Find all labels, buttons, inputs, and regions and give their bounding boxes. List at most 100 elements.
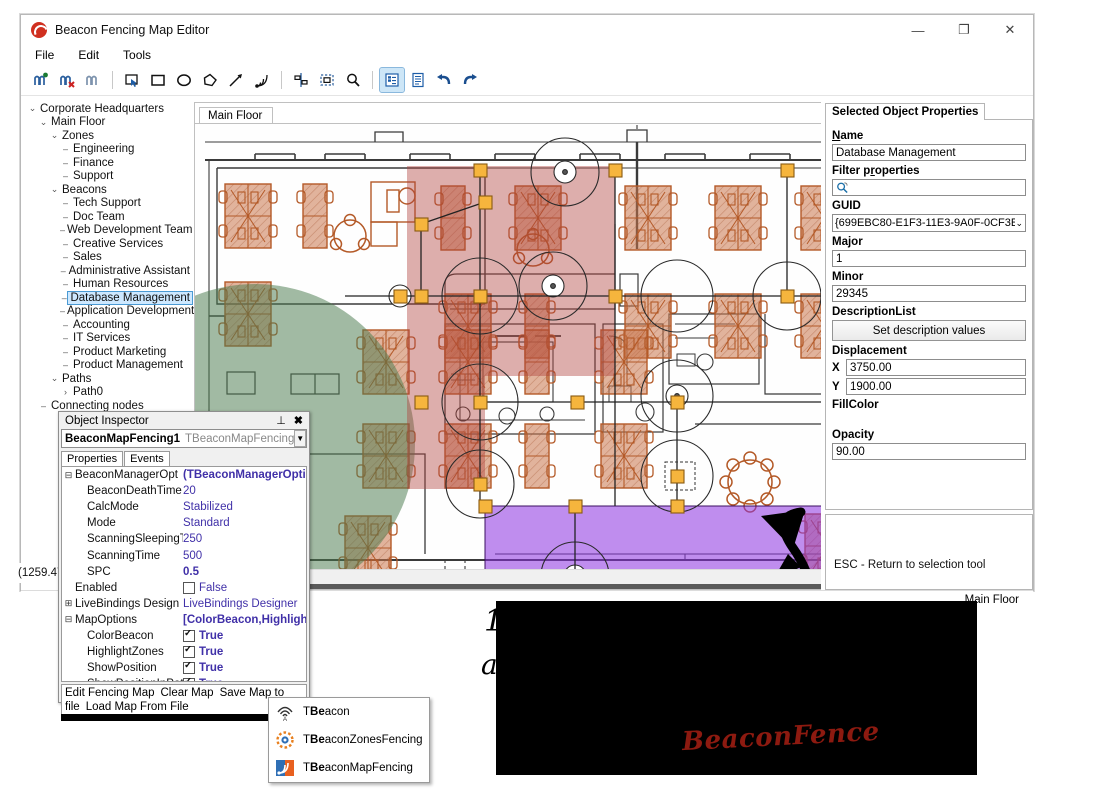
undo-arrow-icon[interactable] [432, 68, 456, 92]
menu-item-edit[interactable]: Edit [74, 47, 103, 63]
tab-events[interactable]: Events [124, 451, 170, 466]
property-value[interactable]: 250 [183, 533, 306, 545]
tree-node-tech-support[interactable]: – Tech Support [27, 197, 192, 211]
tree-node-product-management[interactable]: – Product Management [27, 359, 192, 373]
property-value[interactable]: True [183, 629, 306, 642]
property-checkbox[interactable] [183, 678, 195, 681]
link-clear-map[interactable]: Clear Map [161, 687, 214, 699]
property-checkbox[interactable] [183, 662, 195, 675]
link-load-map-from-file[interactable]: Load Map From File [86, 701, 189, 713]
property-value[interactable]: Standard [183, 517, 306, 529]
tree-node-product-marketing[interactable]: – Product Marketing [27, 345, 192, 359]
link-edit-fencing-map[interactable]: Edit Fencing Map [65, 687, 155, 699]
property-value[interactable]: 500 [183, 550, 306, 562]
close-button[interactable]: ✕ [987, 15, 1033, 45]
chevron-down-icon[interactable]: ⌄ [27, 103, 38, 114]
property-value[interactable]: [ColorBeacon,HighlightZone [183, 614, 306, 626]
palette-item-tbeaconmapfencing[interactable]: TBeaconMapFencing [269, 754, 429, 782]
property-row[interactable]: ShowPositionInPath True [62, 676, 306, 681]
tree-node-creative-services[interactable]: – Creative Services [27, 237, 192, 251]
align-tool[interactable] [289, 68, 313, 92]
property-value[interactable]: 20 [183, 485, 306, 497]
chevron-down-icon[interactable]: ⌄ [1015, 218, 1023, 229]
property-checkbox[interactable] [183, 646, 195, 659]
tree-node-web-development-team[interactable]: – Web Development Team [27, 224, 193, 238]
property-row[interactable]: Mode Standard [62, 515, 306, 531]
tree-node-beacons[interactable]: ⌄ Beacons [27, 183, 192, 197]
property-row[interactable]: ScanningTime 500 [62, 547, 306, 563]
close-icon[interactable]: ✖ [294, 414, 303, 427]
property-row[interactable]: ShowPosition True [62, 660, 306, 676]
filter-properties-field[interactable] [832, 179, 1026, 196]
collapse-icon[interactable]: ⊟ [62, 614, 75, 625]
beacons-tool[interactable] [81, 68, 105, 92]
rectangle-tool[interactable] [146, 68, 170, 92]
property-row[interactable]: HighlightZones True [62, 644, 306, 660]
property-value[interactable]: True [183, 646, 306, 659]
opacity-field[interactable]: 90.00 [832, 443, 1026, 460]
property-row[interactable]: SPC 0.5 [62, 564, 306, 580]
property-row[interactable]: Enabled False [62, 580, 306, 596]
property-value[interactable]: LiveBindings Designer [183, 598, 306, 610]
property-value[interactable]: Stabilized [183, 501, 306, 513]
tab-properties[interactable]: Properties [61, 451, 124, 466]
tree-node-administrative-assistant[interactable]: – Administrative Assistant [27, 264, 192, 278]
property-value[interactable]: (TBeaconManagerOptions) [183, 469, 306, 481]
tree-node-database-management[interactable]: – Database Management [27, 290, 193, 305]
minor-field[interactable]: 29345 [832, 285, 1026, 302]
property-row[interactable]: ⊞ LiveBindings Design LiveBindings Designe… [62, 596, 306, 612]
delete-beacon-tool[interactable] [55, 68, 79, 92]
arrow-path-tool[interactable] [224, 68, 248, 92]
property-row[interactable]: CalcMode Stabilized [62, 499, 306, 515]
polygon-tool[interactable] [198, 68, 222, 92]
displacement-x-field[interactable]: 3750.00 [846, 359, 1026, 376]
guid-combobox[interactable]: {699EBC80-E1F3-11E3-9A0F-0CF3EE3BC( ⌄ [832, 214, 1026, 232]
tree-node-paths[interactable]: ⌄ Paths [27, 372, 192, 386]
tree-node-main-floor[interactable]: ⌄ Main Floor [27, 116, 192, 130]
property-checkbox[interactable] [183, 581, 195, 594]
chevron-down-icon[interactable]: ⌄ [38, 117, 49, 128]
tree-node-sales[interactable]: – Sales [27, 251, 192, 265]
displacement-y-field[interactable]: 1900.00 [846, 378, 1026, 395]
property-value[interactable]: False [183, 581, 306, 594]
collapse-icon[interactable]: ⊟ [62, 470, 75, 481]
palette-item-tbeaconzonesfencing[interactable]: TBeaconZonesFencing [269, 726, 429, 754]
fit-selection-tool[interactable] [315, 68, 339, 92]
menu-item-file[interactable]: File [31, 47, 58, 63]
magnifier-icon[interactable] [341, 68, 365, 92]
property-row[interactable]: ⊟MapOptions [ColorBeacon,HighlightZone [62, 612, 306, 628]
component-selector-combobox[interactable]: BeaconMapFencing1 TBeaconMapFencing ▼ [61, 429, 307, 448]
menu-item-tools[interactable]: Tools [119, 47, 155, 63]
chevron-down-icon[interactable]: ⌄ [49, 373, 60, 384]
property-value[interactable]: True [183, 678, 306, 681]
property-grid[interactable]: ⊟BeaconManagerOpt(TBeaconManagerOptions)… [61, 466, 307, 682]
add-beacon-tool[interactable] [29, 68, 53, 92]
pin-icon[interactable]: ⊥ [276, 414, 286, 427]
tree-node-application-development[interactable]: – Application Development [27, 305, 194, 319]
tab-main-floor[interactable]: Main Floor [199, 107, 274, 124]
chevron-down-icon[interactable]: ⌄ [49, 130, 60, 141]
redo-arrow-icon[interactable] [458, 68, 482, 92]
signal-waves-tool[interactable] [250, 68, 274, 92]
fillcolor-swatch-area[interactable] [832, 413, 1026, 425]
tree-list-icon[interactable] [379, 67, 405, 93]
property-value[interactable]: 0.5 [183, 566, 306, 578]
tree-node-zones[interactable]: ⌄ Zones [27, 129, 192, 143]
tree-node-support[interactable]: – Support [27, 170, 192, 184]
property-value[interactable]: True [183, 662, 306, 675]
property-row[interactable]: ScanningSleepingT 250 [62, 531, 306, 547]
property-row[interactable]: BeaconDeathTime 20 [62, 483, 306, 499]
ellipse-tool[interactable] [172, 68, 196, 92]
tree-node-finance[interactable]: – Finance [27, 156, 192, 170]
name-field[interactable]: Database Management [832, 144, 1026, 161]
tab-selected-object-properties[interactable]: Selected Object Properties [825, 103, 986, 120]
maximize-button[interactable]: ❐ [941, 15, 987, 45]
select-rect-tool[interactable] [120, 68, 144, 92]
palette-item-tbeacon[interactable]: A TBeacon [269, 698, 429, 726]
property-row[interactable]: ColorBeacon True [62, 628, 306, 644]
chevron-down-icon[interactable]: ⌄ [49, 184, 60, 195]
tree-node-corporate-headquarters[interactable]: ⌄ Corporate Headquarters [27, 102, 192, 116]
document-list-icon[interactable] [406, 68, 430, 92]
tree-node-doc-team[interactable]: – Doc Team [27, 210, 192, 224]
tree-node-human-resources[interactable]: – Human Resources [27, 278, 192, 292]
